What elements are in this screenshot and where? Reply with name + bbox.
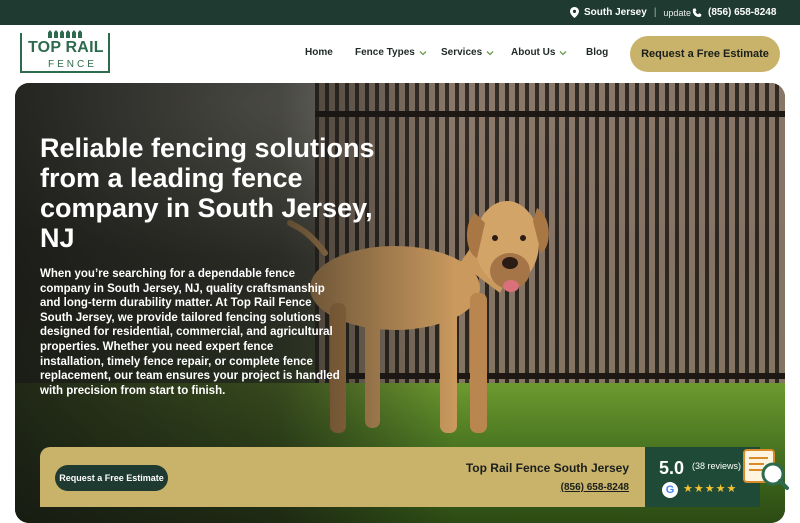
chevron-down-icon [486,50,494,55]
topbar-phone[interactable]: (856) 658-8248 [692,7,776,18]
divider: | [653,7,657,18]
contact-card: Request a Free Estimate Top Rail Fence S… [40,447,645,507]
star-rating: ★★★★★ [683,483,738,495]
nav-about-us[interactable]: About Us [511,47,567,58]
nav-home-label: Home [305,47,333,58]
logo-line-1: TOP RAIL [28,39,104,56]
logo-line-2: FENCE [48,59,97,70]
card-phone-link[interactable]: (856) 658-8248 [561,482,629,493]
phone-icon [692,8,702,17]
nav-blog-label: Blog [586,47,609,58]
nav-services[interactable]: Services [441,47,494,58]
request-estimate-button[interactable]: Request a Free Estimate [630,36,780,72]
topbar-phone-text: (856) 658-8248 [708,7,777,18]
card-request-estimate-button[interactable]: Request a Free Estimate [55,465,168,491]
chat-widget-icon[interactable] [740,444,790,494]
hero-body-text: When you’re searching for a dependable f… [40,268,340,397]
nav-fence-types-label: Fence Types [355,47,415,58]
location-selector[interactable]: South Jersey | update [570,7,691,18]
chevron-down-icon [419,50,427,55]
map-pin-icon [570,7,579,18]
site-logo[interactable]: TOP RAIL FENCE [20,30,110,73]
update-location-link[interactable]: update [663,8,691,18]
rating-score: 5.0 [659,458,685,478]
business-name: Top Rail Fence South Jersey [465,461,629,475]
location-text: South Jersey [584,7,647,18]
nav-home[interactable]: Home [305,47,333,58]
nav-about-us-label: About Us [511,47,556,58]
review-count: (38 reviews) [692,461,742,471]
top-utility-bar: South Jersey | update (856) 658-8248 [0,0,800,25]
google-icon: G [662,482,678,498]
nav-services-label: Services [441,47,483,58]
chevron-down-icon [559,50,567,55]
nav-fence-types[interactable]: Fence Types [355,47,427,58]
logo-fence-posts [48,30,82,38]
hero-headline: Reliable fencing solutions from a leadin… [40,133,375,253]
nav-blog[interactable]: Blog [586,47,608,58]
